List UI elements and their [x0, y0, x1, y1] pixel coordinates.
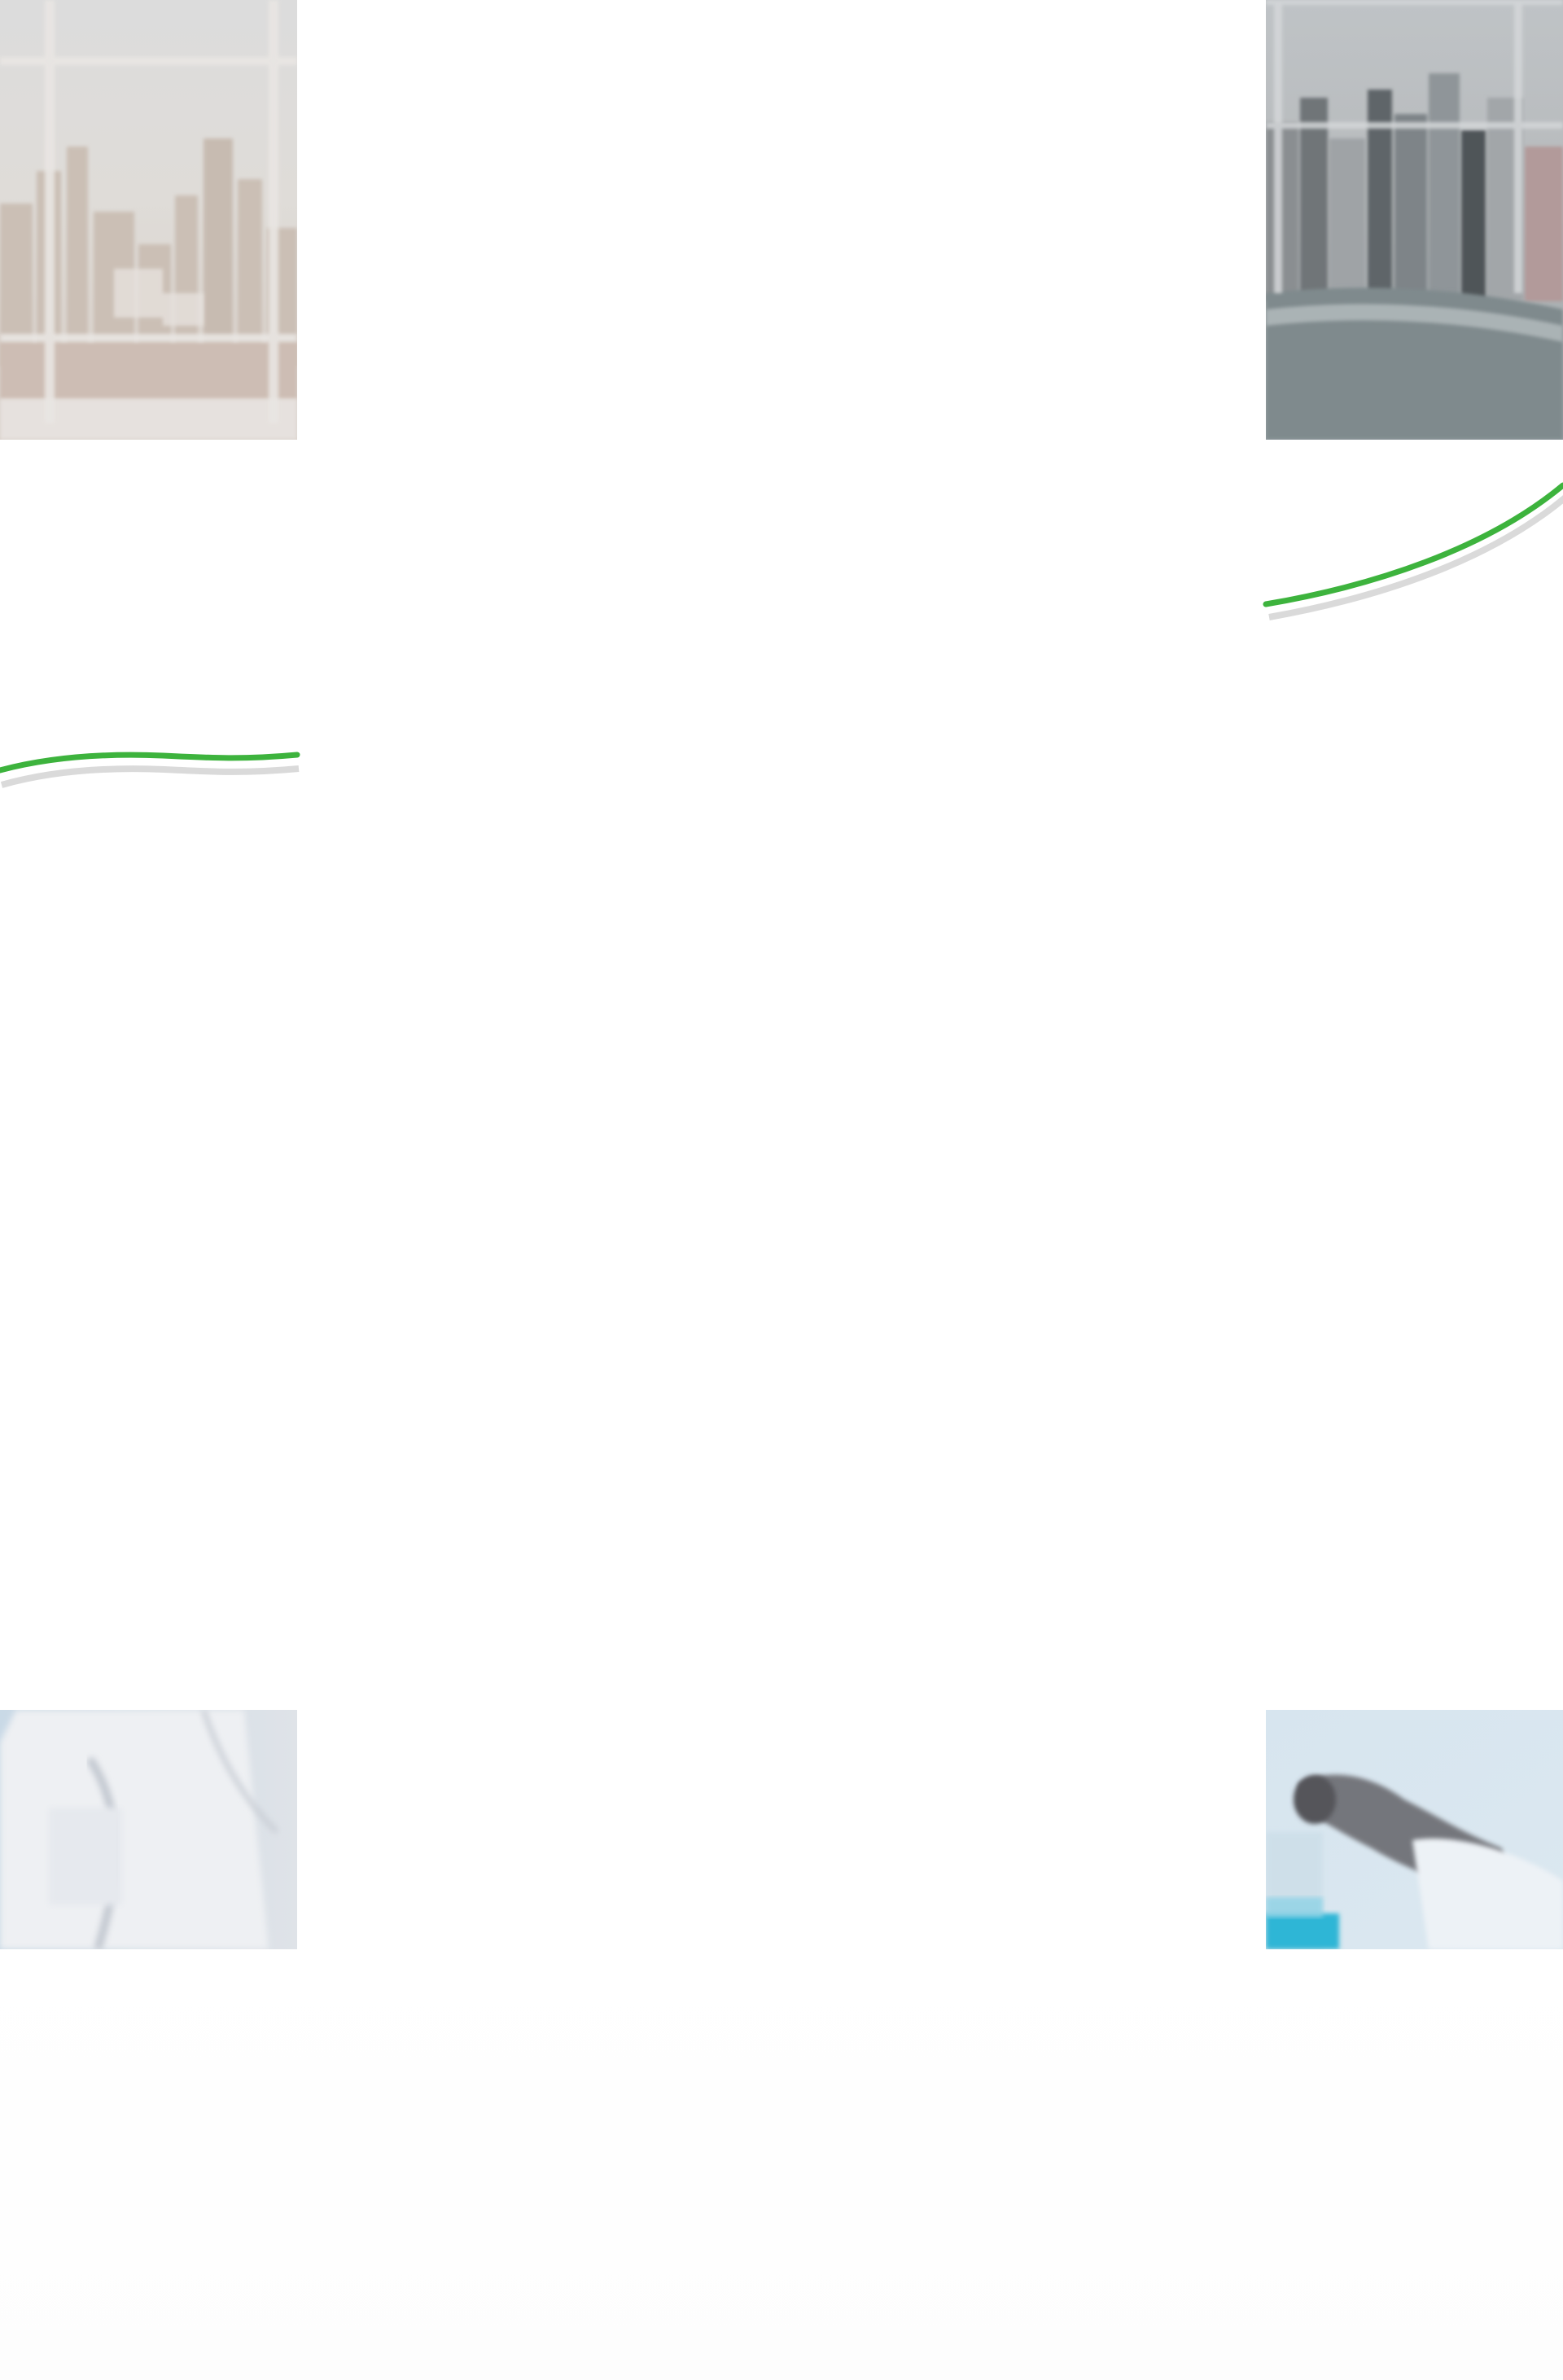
decorative-curve-left: [0, 752, 300, 788]
skyline-window-image: [0, 0, 297, 440]
lab-coat-image: [0, 1710, 297, 1949]
decorative-curve-right: [1263, 482, 1563, 620]
city-buildings-window-image: [1266, 0, 1563, 440]
page-canvas: [0, 0, 1563, 2380]
lab-beaker-image: [1266, 1710, 1563, 1949]
